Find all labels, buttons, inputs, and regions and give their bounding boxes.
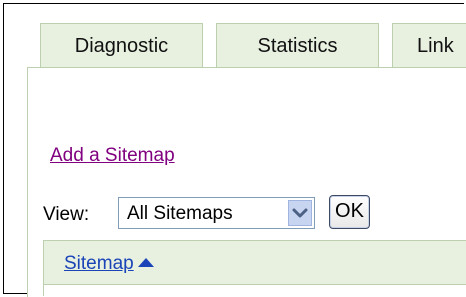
sitemap-table-body: [43, 284, 466, 296]
tab-links[interactable]: Link: [392, 23, 466, 68]
tab-bar: Diagnostic Statistics Link: [40, 23, 466, 68]
view-select-value: All Sitemaps: [127, 203, 233, 224]
view-select[interactable]: All Sitemaps: [118, 197, 315, 229]
tab-statistics[interactable]: Statistics: [216, 23, 379, 68]
sitemap-column-label: Sitemap: [64, 253, 134, 274]
sitemap-column-header[interactable]: Sitemap: [64, 253, 154, 275]
chevron-down-icon[interactable]: [288, 200, 312, 226]
tab-diagnostic[interactable]: Diagnostic: [40, 23, 203, 68]
add-sitemap-link[interactable]: Add a Sitemap: [50, 145, 175, 167]
chevron-down-icon-svg: [292, 208, 308, 218]
view-label: View:: [43, 204, 90, 225]
sitemap-table-header: Sitemap: [43, 240, 466, 284]
sort-ascending-icon: [137, 258, 154, 267]
ok-button[interactable]: OK: [329, 195, 370, 229]
